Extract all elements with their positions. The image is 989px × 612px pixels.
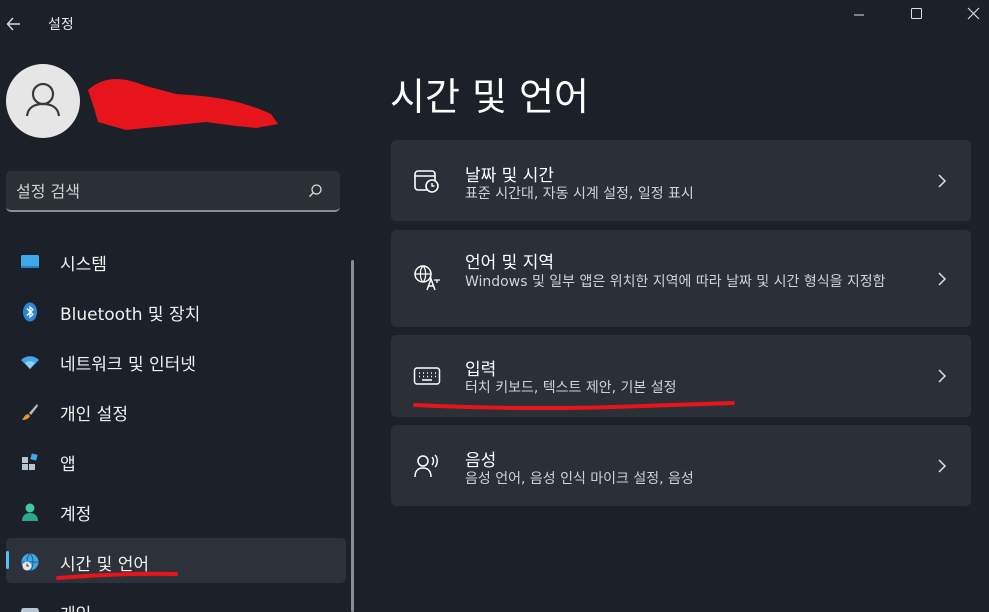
- sidebar-item-label: 네트워크 및 인터넷: [60, 355, 196, 375]
- sidebar-item-personalization[interactable]: 개인 설정: [6, 388, 346, 433]
- sidebar-scrollbar[interactable]: [351, 260, 354, 612]
- app-title: 설정: [48, 17, 74, 33]
- maximize-icon: [911, 8, 922, 19]
- language-icon: [414, 265, 440, 291]
- chevron-right-icon: [938, 272, 947, 286]
- sidebar-item-accounts[interactable]: 계정: [6, 488, 346, 533]
- selection-indicator: [6, 551, 9, 569]
- back-arrow-icon: [6, 17, 20, 31]
- chevron-right-icon: [938, 174, 947, 188]
- sidebar-item-bluetooth[interactable]: Bluetooth 및 장치: [6, 288, 346, 333]
- card-language-region[interactable]: 언어 및 지역 Windows 및 일부 앱은 위치한 지역에 따라 날짜 및 …: [391, 230, 971, 327]
- card-subtitle: 표준 시간대, 자동 시계 설정, 일정 표시: [465, 186, 694, 202]
- sidebar-item-label: Bluetooth 및 장치: [60, 305, 201, 325]
- search-icon[interactable]: [307, 183, 323, 199]
- user-icon: [25, 82, 61, 117]
- close-button[interactable]: [952, 0, 989, 30]
- minimize-button[interactable]: [836, 0, 882, 30]
- sidebar-item-label: 개인 설정: [60, 405, 128, 425]
- paintbrush-icon: [22, 404, 38, 420]
- page-title: 시간 및 언어: [390, 75, 589, 119]
- sidebar-item-label: 시스템: [60, 255, 107, 275]
- maximize-button[interactable]: [894, 0, 940, 30]
- account-icon: [22, 503, 38, 521]
- sidebar-item-label: 앱: [60, 455, 76, 475]
- card-date-time[interactable]: 날짜 및 시간 표준 시간대, 자동 시계 설정, 일정 표시: [391, 140, 971, 221]
- card-typing[interactable]: 입력 터치 키보드, 텍스트 제안, 기본 설정: [391, 335, 971, 417]
- minimize-icon: [854, 14, 864, 16]
- card-title: 음성: [465, 451, 497, 471]
- card-title: 언어 및 지역: [465, 253, 555, 273]
- chevron-right-icon: [938, 369, 947, 383]
- speech-icon: [414, 454, 438, 478]
- sidebar-item-apps[interactable]: 앱: [6, 438, 346, 483]
- sidebar-item-time-language[interactable]: 시간 및 언어: [6, 538, 346, 583]
- close-icon: [967, 7, 980, 20]
- back-button[interactable]: [4, 10, 26, 38]
- settings-search[interactable]: [6, 171, 340, 212]
- card-subtitle: Windows 및 일부 앱은 위치한 지역에 따라 날짜 및 시간 형식을 지…: [465, 274, 886, 290]
- title-bar: 설정: [0, 0, 989, 48]
- red-underline-annotation: [56, 571, 178, 580]
- card-title: 입력: [465, 360, 497, 380]
- card-title: 날짜 및 시간: [465, 166, 555, 186]
- sidebar-item-network[interactable]: 네트워크 및 인터넷: [6, 338, 346, 383]
- bluetooth-icon: [23, 302, 37, 322]
- card-subtitle: 터치 키보드, 텍스트 제안, 기본 설정: [465, 380, 677, 396]
- wifi-icon: [21, 356, 39, 369]
- card-speech[interactable]: 음성 음성 언어, 음성 인식 마이크 설정, 음성: [391, 425, 971, 506]
- keyboard-icon: [413, 367, 441, 385]
- calendar-clock-icon: [414, 170, 439, 193]
- display-icon: [21, 255, 39, 268]
- globe-clock-icon: [21, 553, 39, 571]
- sidebar-item-label: 게임: [60, 600, 91, 612]
- chevron-right-icon: [938, 459, 947, 473]
- avatar: [6, 64, 80, 138]
- user-profile[interactable]: [6, 64, 346, 144]
- gamepad-icon: [20, 608, 40, 612]
- sidebar-nav: 시스템 Bluetooth 및 장치 네트워크 및 인터넷 개인 설정 앱 계정: [6, 238, 346, 612]
- search-input[interactable]: [16, 179, 296, 203]
- apps-icon: [22, 453, 38, 470]
- redaction-mark: [88, 79, 278, 130]
- card-subtitle: 음성 언어, 음성 인식 마이크 설정, 음성: [465, 471, 694, 487]
- red-underline-annotation: [413, 401, 735, 411]
- sidebar-item-label: 계정: [60, 505, 92, 525]
- sidebar-item-gaming[interactable]: 게임: [6, 588, 346, 612]
- sidebar-item-system[interactable]: 시스템: [6, 238, 346, 283]
